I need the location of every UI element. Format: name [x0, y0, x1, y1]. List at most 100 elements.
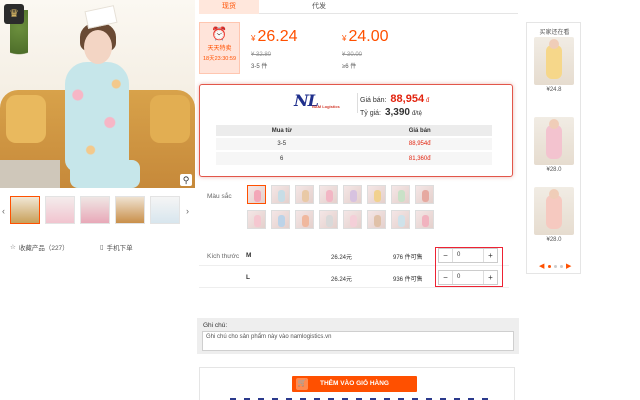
magnifier-icon[interactable]: ⚲ [180, 174, 192, 186]
note-section: Ghi chú: Ghi chú cho sản phẩm này vào na… [197, 318, 519, 354]
color-swatch[interactable] [319, 185, 338, 204]
tab-dropship[interactable]: 代发 [289, 0, 349, 14]
color-swatch[interactable] [247, 185, 266, 204]
size-stock: 976 件可售 [393, 255, 423, 261]
recommendation-image [534, 117, 574, 165]
thumbnail[interactable] [45, 196, 75, 224]
swatch-garment [374, 215, 381, 227]
color-swatch[interactable] [247, 210, 266, 229]
color-swatch[interactable] [295, 185, 314, 204]
tab-spot[interactable]: 现货 [199, 0, 259, 14]
color-swatch[interactable] [391, 185, 410, 204]
add-to-cart-button[interactable]: 🛒 THÊM VÀO GIỎ HÀNG [292, 376, 417, 392]
color-swatch[interactable] [271, 210, 290, 229]
photo-model-face [84, 30, 112, 64]
recommendation-image [534, 37, 574, 85]
price-tier: ¥24.00 ¥ 30.00 ≥6 件 [342, 28, 389, 70]
color-swatch[interactable] [415, 210, 434, 229]
swatch-garment [326, 215, 333, 227]
cart-icon: 🛒 [296, 378, 308, 390]
favorite-link[interactable]: ☆ 收藏产品（227） [10, 242, 69, 252]
color-swatch[interactable] [367, 210, 386, 229]
size-price: 26.24元 [331, 277, 353, 283]
color-swatch[interactable] [319, 210, 338, 229]
column-header: Mua từ [216, 125, 348, 137]
exchange-rate: Tỷ giá: 3,390 đ/tệ [360, 107, 422, 118]
quantity-highlight-frame [435, 247, 503, 287]
table-cell: 3-5 [216, 136, 348, 151]
swatch-garment [422, 215, 429, 227]
note-label: Ghi chú: [203, 322, 228, 329]
sale-price: Giá bán: 88,954 đ [360, 93, 429, 105]
swatch-garment [254, 215, 261, 227]
color-swatch[interactable] [343, 185, 362, 204]
recommendation-price: ¥28.0 [546, 237, 562, 243]
rec-face [549, 119, 559, 129]
recommendation-item[interactable]: ¥24.8 [534, 37, 574, 93]
add-to-cart-label: THÊM VÀO GIỎ HÀNG [320, 380, 389, 387]
cart-area: 🛒 THÊM VÀO GIỎ HÀNG [199, 367, 515, 400]
tier-range: ≥6 件 [342, 64, 357, 70]
table-header-row: Mua từ Giá bán [216, 125, 492, 137]
flash-sale-countdown: 18天23:30:59 [202, 56, 237, 62]
thumbnail-strip: ‹ › [0, 194, 195, 228]
favorite-label: 收藏产品（227） [18, 245, 69, 252]
tier-old-price: ¥ 32.80 [251, 52, 272, 58]
swatch-garment [278, 215, 285, 227]
phone-order-link[interactable]: ▯ 手机下单 [100, 242, 133, 252]
color-swatch[interactable] [367, 185, 386, 204]
phone-order-label: 手机下单 [106, 245, 133, 252]
pager-dot[interactable] [554, 265, 557, 268]
size-price: 26.24元 [331, 255, 353, 261]
pager-dot[interactable] [548, 265, 551, 268]
recommendation-pager: ◀ ▶ [539, 263, 571, 271]
swatch-garment [302, 190, 309, 202]
thumbnail[interactable] [115, 196, 145, 224]
color-swatch[interactable] [295, 210, 314, 229]
recommendation-image [534, 187, 574, 235]
sale-price-value: 88,954 [390, 93, 425, 105]
swatch-garment [326, 190, 333, 202]
main-product-photo[interactable]: ♛ ⚲ [0, 0, 195, 188]
recommendation-item[interactable]: ¥28.0 [534, 187, 574, 243]
pager-prev-icon[interactable]: ◀ [539, 262, 544, 270]
thumb-prev-arrow[interactable]: ‹ [2, 206, 5, 216]
recommendation-price: ¥24.8 [546, 87, 562, 93]
pager-next-icon[interactable]: ▶ [566, 262, 571, 270]
thumbnail[interactable] [150, 196, 180, 224]
rec-pajama [546, 45, 562, 79]
recommendations-title: 买家还在看 [539, 30, 570, 36]
table-cell: 6 [216, 150, 348, 165]
recommendation-item[interactable]: ¥28.0 [534, 117, 574, 173]
pager-dot[interactable] [560, 265, 563, 268]
photo-pillow [6, 95, 46, 143]
thumbnail[interactable] [80, 196, 110, 224]
note-textarea[interactable]: Ghi chú cho sản phẩm này vào namlogistic… [202, 331, 514, 351]
left-actions: ☆ 收藏产品（227） ▯ 手机下单 [8, 242, 188, 254]
color-swatch[interactable] [343, 210, 362, 229]
size-stock: 936 件可售 [393, 277, 423, 283]
color-swatch[interactable] [391, 210, 410, 229]
sale-price-unit: đ [426, 98, 430, 104]
photo-model-pajamas [65, 62, 129, 172]
color-swatch[interactable] [415, 185, 434, 204]
thumbnail[interactable] [10, 196, 40, 224]
exchange-rate-unit: đ/tệ [411, 111, 422, 117]
flash-sale-badge: ⏰ 天天特卖 18天23:30:59 [199, 22, 240, 74]
column-header: Giá bán [347, 125, 492, 137]
page-root: ♛ ⚲ ‹ › ☆ 收藏产品（227） ▯ 手机下单 现货 代发 ⏰ 天天特卖 … [0, 0, 640, 400]
color-swatch[interactable] [271, 185, 290, 204]
photo-side-table [0, 160, 60, 188]
thumb-next-arrow[interactable]: › [186, 206, 189, 216]
rec-face [549, 189, 559, 199]
tier-price-table: Mua từ Giá bán 3-5 88,954đ 6 81,360đ [216, 125, 492, 165]
currency-symbol: ¥ [251, 34, 256, 43]
swatch-garment [350, 215, 357, 227]
exchange-rate-value: 3,390 [384, 107, 410, 118]
namlogistics-price-panel: NL NAM Logistics Giá bán: 88,954 đ Tỷ gi… [199, 84, 513, 177]
swatch-garment [350, 190, 357, 202]
alarm-clock-icon: ⏰ [211, 26, 228, 41]
swatch-garment [278, 190, 285, 202]
rec-pajama [546, 125, 562, 159]
tier-range: 3-5 件 [251, 64, 268, 70]
